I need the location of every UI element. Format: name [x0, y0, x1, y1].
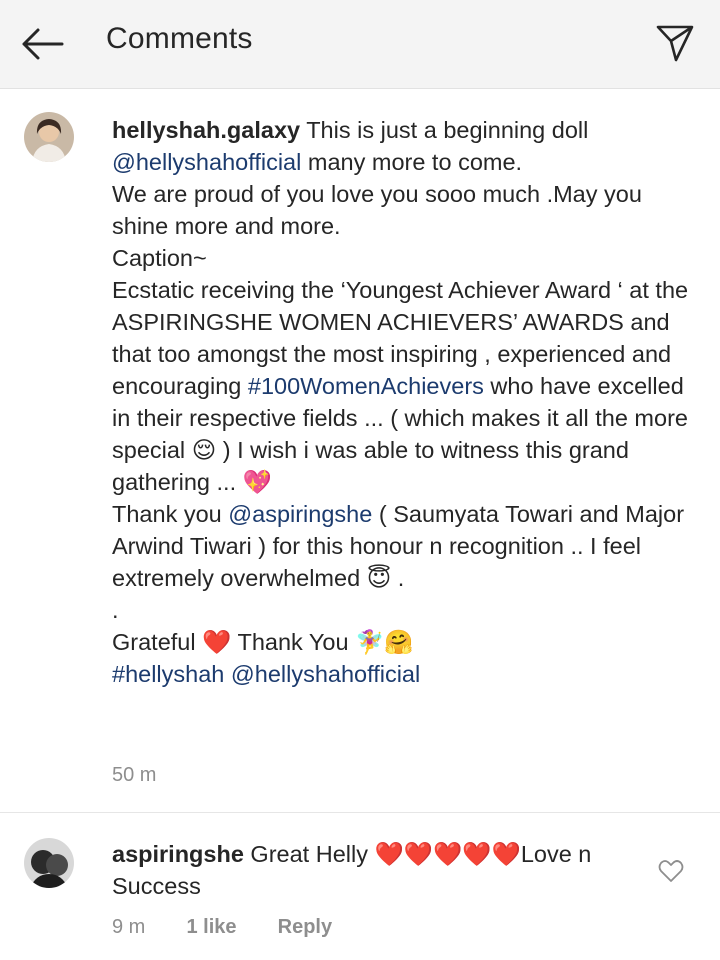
send-icon[interactable] [654, 22, 696, 64]
top-bar: Comments [0, 0, 720, 89]
timestamp: 9 m [112, 916, 146, 938]
emoji: 😇 [366, 564, 392, 592]
mention-link[interactable]: @aspiringshe [228, 501, 372, 527]
text-segment: Great Helly [243, 841, 375, 867]
heart-outline-icon[interactable] [656, 856, 686, 886]
hashtag-link[interactable]: #hellyshah [112, 661, 224, 687]
emoji: 💖 [242, 468, 272, 496]
text-segment: many more to come. We are proud of you l… [112, 149, 689, 399]
reply-button[interactable]: Reply [278, 916, 332, 938]
emoji: ❤️ [202, 628, 232, 656]
avatar[interactable] [24, 838, 74, 888]
text-segment: This is just a beginning doll [306, 117, 589, 143]
back-arrow-icon[interactable] [18, 24, 66, 64]
divider [0, 812, 720, 813]
comment-text: aspiringshe Great Helly ❤️❤️❤️❤️❤️Love n… [112, 838, 632, 902]
caption-text: hellyshah.galaxy This is just a beginnin… [112, 114, 697, 690]
text-segment: Thank you [112, 501, 222, 527]
username[interactable]: hellyshah.galaxy [112, 117, 300, 143]
page-title: Comments [106, 22, 253, 55]
comment-meta: 9 m 1 like Reply [112, 916, 332, 939]
hashtag-link[interactable]: #100WomenAchievers [248, 373, 484, 399]
username[interactable]: aspiringshe [112, 841, 244, 867]
emoji: 🧚‍♀️🤗 [355, 628, 414, 656]
comment-item: aspiringshe Great Helly ❤️❤️❤️❤️❤️Love n… [0, 830, 720, 960]
emoji: 😌 [191, 436, 217, 464]
avatar[interactable] [24, 112, 74, 162]
emoji: ❤️❤️❤️❤️❤️ [374, 840, 521, 868]
likes-count[interactable]: 1 like [186, 916, 236, 938]
text-segment: Thank You [231, 629, 356, 655]
timestamp: 50 m [112, 764, 157, 786]
mention-link[interactable]: @hellyshahofficial [112, 149, 301, 175]
mention-link[interactable]: @hellyshahofficial [231, 661, 420, 687]
